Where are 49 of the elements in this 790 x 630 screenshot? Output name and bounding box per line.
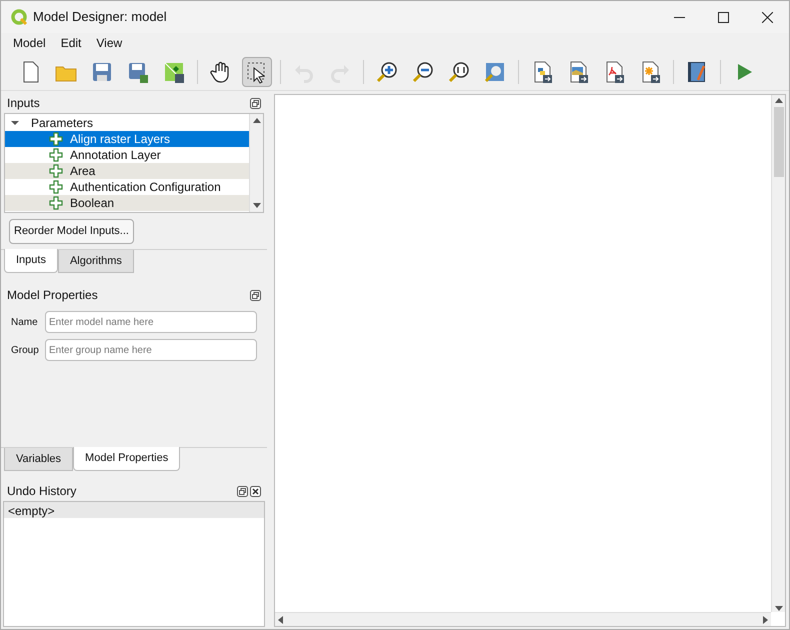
plus-icon: [49, 196, 63, 210]
horizontal-scrollbar[interactable]: [275, 612, 771, 626]
plus-icon: [49, 180, 63, 194]
float-panel-icon[interactable]: [250, 98, 261, 108]
arrow-right-icon[interactable]: [761, 616, 769, 624]
tree-item[interactable]: Boolean: [5, 195, 249, 211]
arrow-down-icon[interactable]: [252, 201, 260, 209]
zoom-actual-size-icon: [447, 60, 471, 84]
zoom-out-icon: [411, 60, 435, 84]
undo-history-item[interactable]: <empty>: [4, 502, 264, 518]
maximize-icon: [718, 12, 728, 22]
menu-item[interactable]: Model: [6, 34, 53, 52]
reorder-button[interactable]: Reorder Model Inputs...: [9, 219, 134, 244]
map-export-icon: [162, 60, 186, 84]
scrollbar[interactable]: [249, 114, 263, 212]
zoom-in-icon: [375, 60, 399, 84]
text-field[interactable]: Enter group name here: [45, 339, 257, 361]
arrow-left-icon[interactable]: [277, 616, 285, 624]
panel-title: Undo History: [7, 483, 76, 500]
tab[interactable]: Variables: [4, 448, 74, 471]
tree-group-label[interactable]: Parameters: [31, 114, 94, 132]
plus-icon: [49, 148, 63, 162]
float-panel-icon[interactable]: [250, 290, 261, 300]
field-label: Group: [11, 344, 40, 358]
panel-title: Model Properties: [7, 287, 98, 304]
arrow-up-icon[interactable]: [252, 117, 260, 125]
tab[interactable]: Model Properties: [73, 446, 180, 471]
app-logo-icon: [11, 8, 28, 26]
float-panel-icon[interactable]: [237, 486, 248, 496]
close-icon: [762, 12, 772, 22]
scrollbar-thumb[interactable]: [774, 107, 784, 177]
close-icon[interactable]: [250, 486, 261, 496]
expand-arrow-icon[interactable]: [11, 118, 19, 126]
plus-icon: [49, 164, 63, 178]
vertical-scrollbar[interactable]: [771, 95, 785, 612]
panel-title: Inputs: [7, 95, 40, 112]
tab[interactable]: Inputs: [4, 248, 58, 273]
arrow-down-icon[interactable]: [774, 604, 782, 612]
text-field[interactable]: Enter model name here: [45, 311, 257, 333]
arrow-up-icon[interactable]: [774, 97, 782, 105]
toolbar-button[interactable]: [242, 56, 272, 86]
tree-item[interactable]: Area: [5, 163, 249, 179]
tab[interactable]: Algorithms: [58, 250, 134, 273]
menu-item[interactable]: View: [89, 34, 130, 52]
field-label: Name: [11, 316, 39, 330]
tree-item[interactable]: Align raster Layers: [5, 131, 249, 147]
window-title: Model Designer: model: [33, 8, 167, 26]
menu-item[interactable]: Edit: [54, 34, 88, 52]
plus-icon: [49, 132, 63, 146]
